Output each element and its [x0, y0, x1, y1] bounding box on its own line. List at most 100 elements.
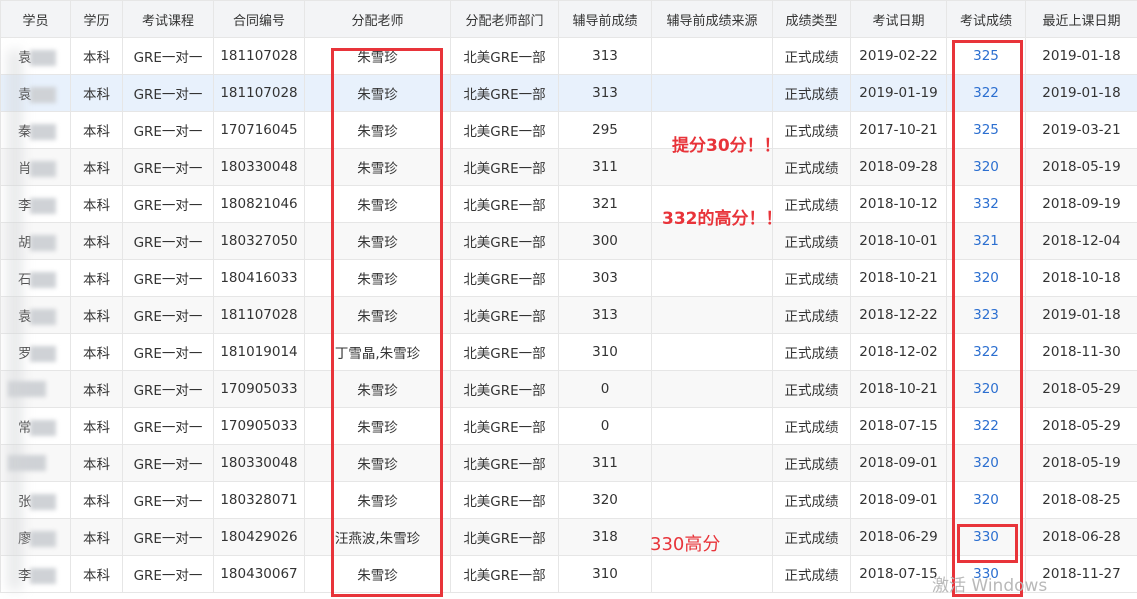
table-row[interactable]: 李本科 GRE一对一 180821046 朱雪珍 北美GRE一部 321 正式成绩 2018-…	[0, 185, 1137, 223]
exam-score-cell[interactable]: 320	[946, 259, 1026, 297]
degree-cell: 本科	[70, 370, 123, 408]
column-header-score-type[interactable]: 成绩类型	[772, 0, 851, 38]
name-redaction-blur	[29, 494, 56, 510]
degree-cell: 本科	[70, 259, 123, 297]
pre-score-cell: 311	[558, 148, 652, 186]
score-type-cell: 正式成绩	[772, 185, 851, 223]
table-row[interactable]: 肖本科 GRE一对一 180330048 朱雪珍 北美GRE一部 311 正式成绩 2018-…	[0, 148, 1137, 186]
name-redaction-blur	[29, 198, 56, 214]
column-header-exam-date[interactable]: 考试日期	[850, 0, 947, 38]
exam-date-cell: 2018-10-01	[850, 222, 947, 260]
course-cell: GRE一对一	[122, 407, 214, 445]
exam-date-cell: 2018-10-12	[850, 185, 947, 223]
pre-score-cell: 310	[558, 333, 652, 371]
name-redaction-blur	[29, 309, 56, 325]
name-redaction-blur	[29, 235, 56, 251]
course-cell: GRE一对一	[122, 111, 214, 149]
teacher-dept-cell: 北美GRE一部	[450, 518, 559, 556]
course-cell: GRE一对一	[122, 74, 214, 112]
degree-cell: 本科	[70, 481, 123, 519]
last-class-date-cell: 2019-01-18	[1025, 37, 1137, 75]
name-redaction-blur	[29, 531, 56, 547]
last-class-date-cell: 2018-09-19	[1025, 185, 1137, 223]
exam-score-cell[interactable]: 323	[946, 296, 1026, 334]
score-type-cell: 正式成绩	[772, 555, 851, 593]
pre-score-source-cell	[651, 37, 773, 75]
exam-score-cell[interactable]: 322	[946, 333, 1026, 371]
degree-cell: 本科	[70, 111, 123, 149]
exam-date-cell: 2019-01-19	[850, 74, 947, 112]
exam-score-cell[interactable]: 330	[946, 518, 1026, 556]
exam-date-cell: 2018-12-22	[850, 296, 947, 334]
table-row[interactable]: 袁本科 GRE一对一 181107028 朱雪珍 北美GRE一部 313 正式成绩 2018-…	[0, 296, 1137, 334]
name-redaction-blur	[29, 161, 56, 177]
pre-score-cell: 320	[558, 481, 652, 519]
teacher-cell: 朱雪珍	[304, 148, 451, 186]
teacher-dept-cell: 北美GRE一部	[450, 74, 559, 112]
teacher-dept-cell: 北美GRE一部	[450, 259, 559, 297]
last-class-date-cell: 2019-01-18	[1025, 296, 1137, 334]
column-header-exam-score[interactable]: 考试成绩	[946, 0, 1026, 38]
table-row[interactable]: 罗本科 GRE一对一 181019014 丁雪晶,朱雪珍 北美GRE一部 310 正式成绩 2…	[0, 333, 1137, 371]
exam-date-cell: 2018-10-21	[850, 259, 947, 297]
table-row[interactable]: 石本科 GRE一对一 180416033 朱雪珍 北美GRE一部 303 正式成绩 2018-…	[0, 259, 1137, 297]
table-row[interactable]: 袁本科 GRE一对一 181107028 朱雪珍 北美GRE一部 313 正式成绩 2019-…	[0, 74, 1137, 112]
table-row[interactable]: 张本科 GRE一对一 180328071 朱雪珍 北美GRE一部 320 正式成绩 2018-…	[0, 481, 1137, 519]
exam-score-cell[interactable]: 332	[946, 185, 1026, 223]
table-row[interactable]: 廖本科 GRE一对一 180429026 汪燕波,朱雪珍 北美GRE一部 318 正式成绩 2…	[0, 518, 1137, 556]
table-row[interactable]: 本科 GRE一对一 170905033 朱雪珍 北美GRE一部 0 正式成绩 2018-10-…	[0, 370, 1137, 408]
exam-score-cell[interactable]: 320	[946, 370, 1026, 408]
column-header-teacher[interactable]: 分配老师	[304, 0, 451, 38]
pre-score-cell: 311	[558, 444, 652, 482]
table-row[interactable]: 袁本科 GRE一对一 181107028 朱雪珍 北美GRE一部 313 正式成绩 2019-…	[0, 37, 1137, 75]
teacher-cell: 朱雪珍	[304, 222, 451, 260]
scores-table-panel: 学员 学历 考试课程 合同编号 分配老师 分配老师部门 辅导前成绩 辅导前成绩来…	[0, 0, 1137, 599]
exam-score-cell[interactable]: 322	[946, 74, 1026, 112]
column-header-student[interactable]: 学员	[0, 0, 71, 38]
degree-cell: 本科	[70, 407, 123, 445]
pre-score-cell: 321	[558, 185, 652, 223]
exam-score-cell[interactable]: 320	[946, 481, 1026, 519]
exam-score-cell[interactable]: 325	[946, 111, 1026, 149]
course-cell: GRE一对一	[122, 222, 214, 260]
teacher-cell: 丁雪晶,朱雪珍	[304, 333, 451, 371]
teacher-dept-cell: 北美GRE一部	[450, 555, 559, 593]
score-type-cell: 正式成绩	[772, 370, 851, 408]
table-row[interactable]: 常本科 GRE一对一 170905033 朱雪珍 北美GRE一部 0 正式成绩 2018-07…	[0, 407, 1137, 445]
column-header-pre-score[interactable]: 辅导前成绩	[558, 0, 652, 38]
column-header-course[interactable]: 考试课程	[122, 0, 214, 38]
table-header-row: 学员 学历 考试课程 合同编号 分配老师 分配老师部门 辅导前成绩 辅导前成绩来…	[0, 0, 1137, 38]
exam-score-cell[interactable]: 320	[946, 148, 1026, 186]
column-header-teacher-dept[interactable]: 分配老师部门	[450, 0, 559, 38]
teacher-cell: 朱雪珍	[304, 37, 451, 75]
last-class-date-cell: 2018-06-28	[1025, 518, 1137, 556]
score-type-cell: 正式成绩	[772, 444, 851, 482]
contract-number-cell: 181107028	[213, 74, 305, 112]
last-class-date-cell: 2018-08-25	[1025, 481, 1137, 519]
column-header-contract[interactable]: 合同编号	[213, 0, 305, 38]
privacy-blur-strip	[8, 50, 22, 590]
pre-score-cell: 295	[558, 111, 652, 149]
score-type-cell: 正式成绩	[772, 37, 851, 75]
pre-score-source-cell	[651, 74, 773, 112]
score-type-cell: 正式成绩	[772, 111, 851, 149]
teacher-dept-cell: 北美GRE一部	[450, 370, 559, 408]
table-row[interactable]: 本科 GRE一对一 180330048 朱雪珍 北美GRE一部 311 正式成绩 2018-0…	[0, 444, 1137, 482]
exam-score-cell[interactable]: 325	[946, 37, 1026, 75]
course-cell: GRE一对一	[122, 148, 214, 186]
column-header-last-class-date[interactable]: 最近上课日期	[1025, 0, 1137, 38]
pre-score-source-cell	[651, 296, 773, 334]
course-cell: GRE一对一	[122, 555, 214, 593]
table-row[interactable]: 胡本科 GRE一对一 180327050 朱雪珍 北美GRE一部 300 正式成绩 2018-…	[0, 222, 1137, 260]
column-header-pre-score-source[interactable]: 辅导前成绩来源	[651, 0, 773, 38]
exam-date-cell: 2018-07-15	[850, 407, 947, 445]
teacher-dept-cell: 北美GRE一部	[450, 296, 559, 334]
contract-number-cell: 180330048	[213, 444, 305, 482]
column-header-degree[interactable]: 学历	[70, 0, 123, 38]
table-row[interactable]: 秦本科 GRE一对一 170716045 朱雪珍 北美GRE一部 295 正式成绩 2017-…	[0, 111, 1137, 149]
course-cell: GRE一对一	[122, 444, 214, 482]
score-type-cell: 正式成绩	[772, 148, 851, 186]
exam-score-cell[interactable]: 321	[946, 222, 1026, 260]
exam-score-cell[interactable]: 322	[946, 407, 1026, 445]
exam-score-cell[interactable]: 320	[946, 444, 1026, 482]
